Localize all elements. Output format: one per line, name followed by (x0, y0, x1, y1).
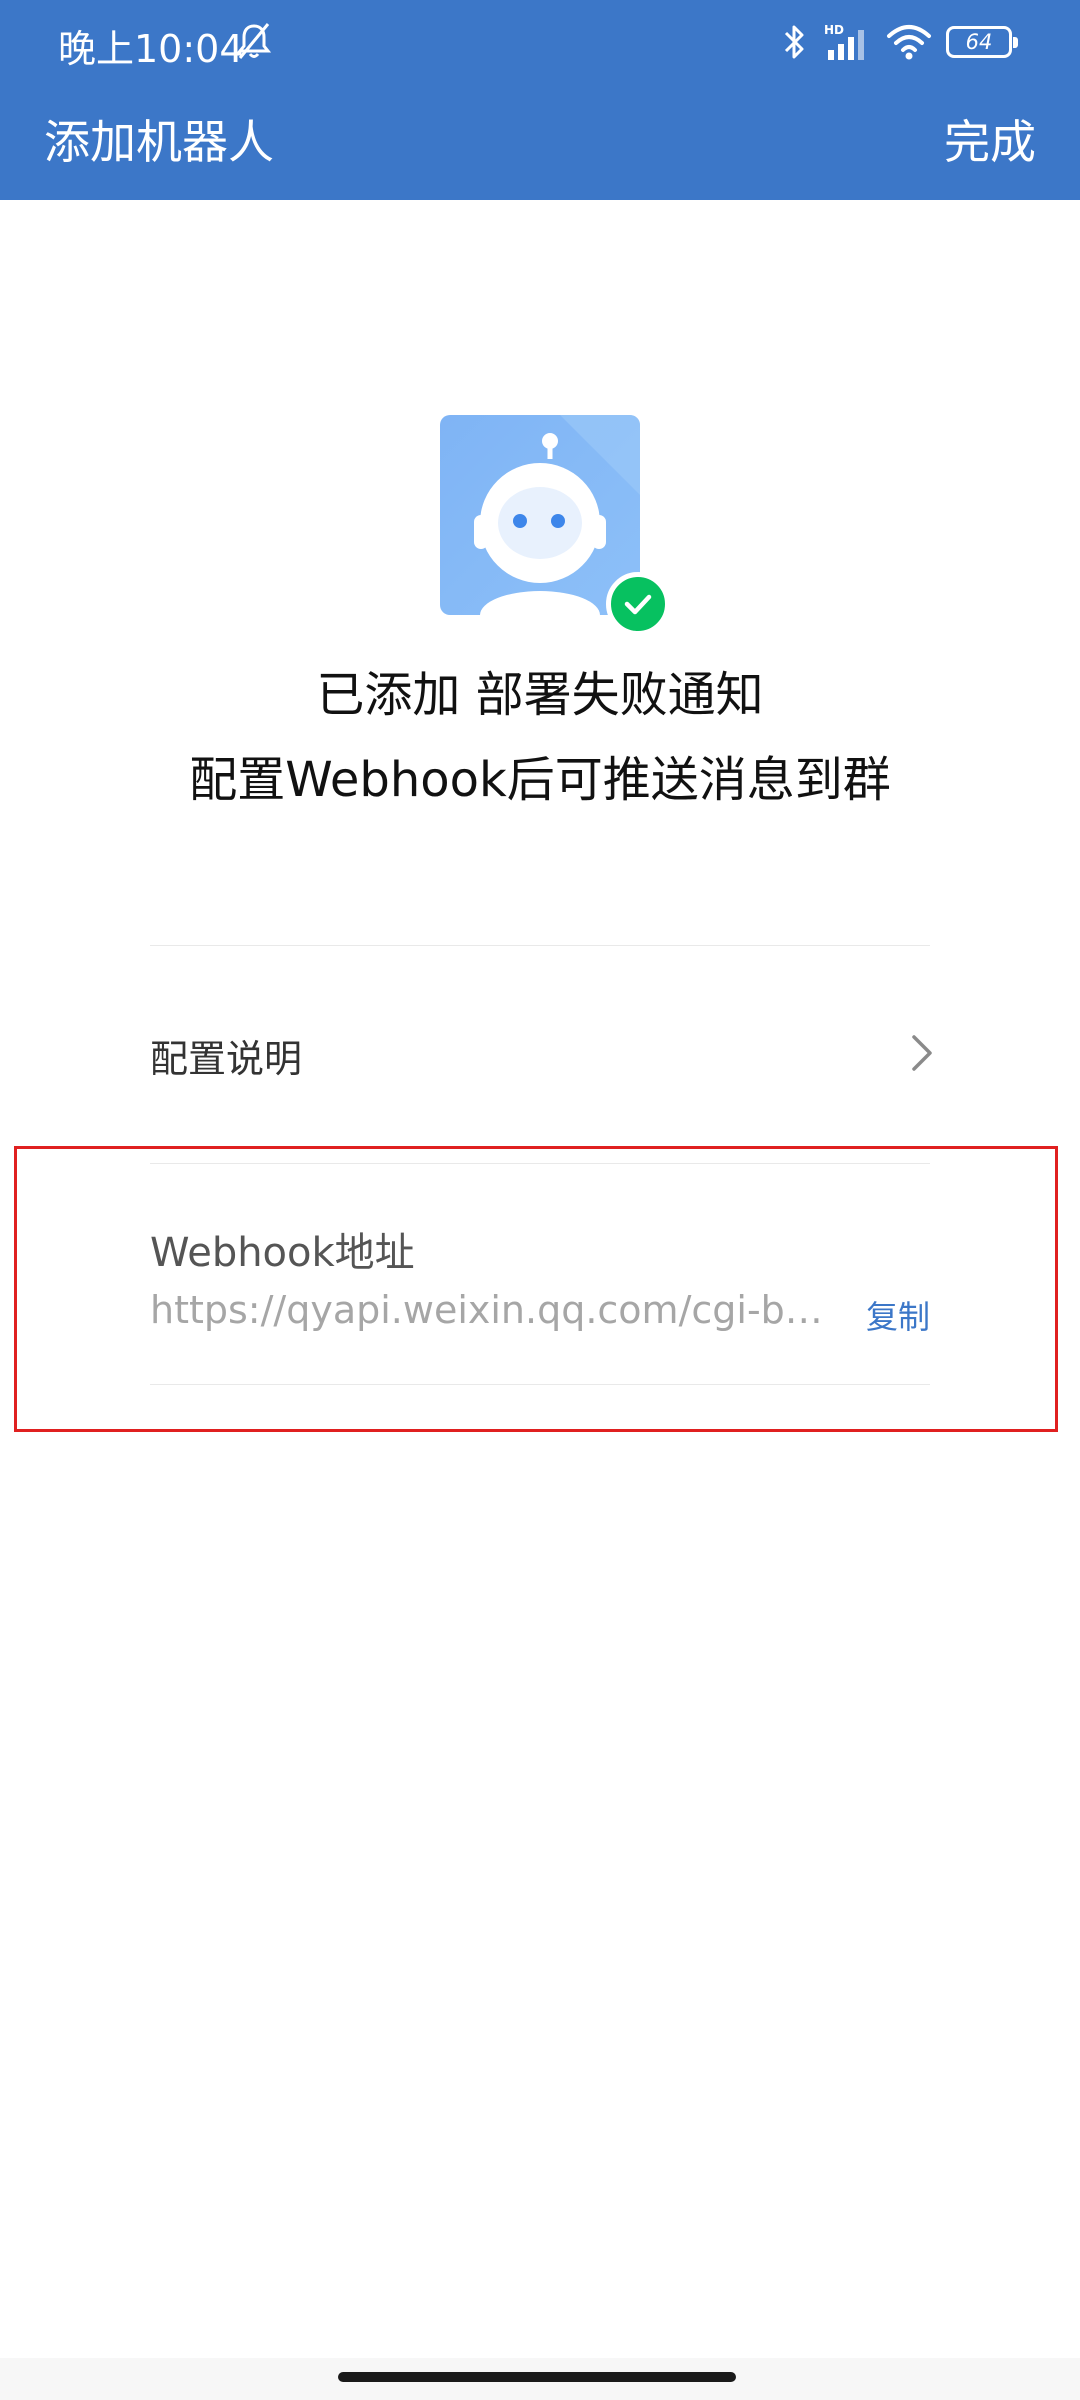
wifi-icon (886, 22, 932, 62)
copy-button[interactable]: 复制 (866, 1292, 930, 1338)
signal-icon: HD (822, 22, 872, 62)
bell-off-icon (236, 22, 272, 60)
webhook-url: https://qyapi.weixin.qq.com/cgi-b… (150, 1288, 823, 1332)
robot-avatar (440, 415, 640, 615)
status-time: 晚上10:04 (58, 27, 244, 71)
page-title: 添加机器人 (44, 115, 274, 169)
added-subtitle: 配置Webhook后可推送消息到群 (189, 752, 891, 808)
app-header: 晚上10:04 HD 64 添加机器人 完成 (0, 0, 1080, 200)
svg-text:HD: HD (824, 23, 844, 37)
check-icon (606, 572, 670, 636)
webhook-label: Webhook地址 (150, 1230, 415, 1276)
status-icons: HD 64 (782, 20, 1018, 64)
status-bar: 晚上10:04 HD 64 (0, 0, 1080, 84)
added-title: 已添加 部署失败通知 (316, 667, 764, 723)
config-guide-label: 配置说明 (150, 1036, 303, 1081)
divider (150, 945, 930, 946)
battery-level: 64 (965, 29, 993, 54)
bluetooth-icon (782, 22, 808, 62)
done-button[interactable]: 完成 (944, 106, 1036, 172)
chevron-right-icon (910, 1033, 934, 1077)
divider (150, 1384, 930, 1385)
config-guide-row[interactable]: 配置说明 (150, 1000, 934, 1110)
battery-icon: 64 (946, 26, 1018, 58)
home-indicator[interactable] (338, 2372, 736, 2382)
